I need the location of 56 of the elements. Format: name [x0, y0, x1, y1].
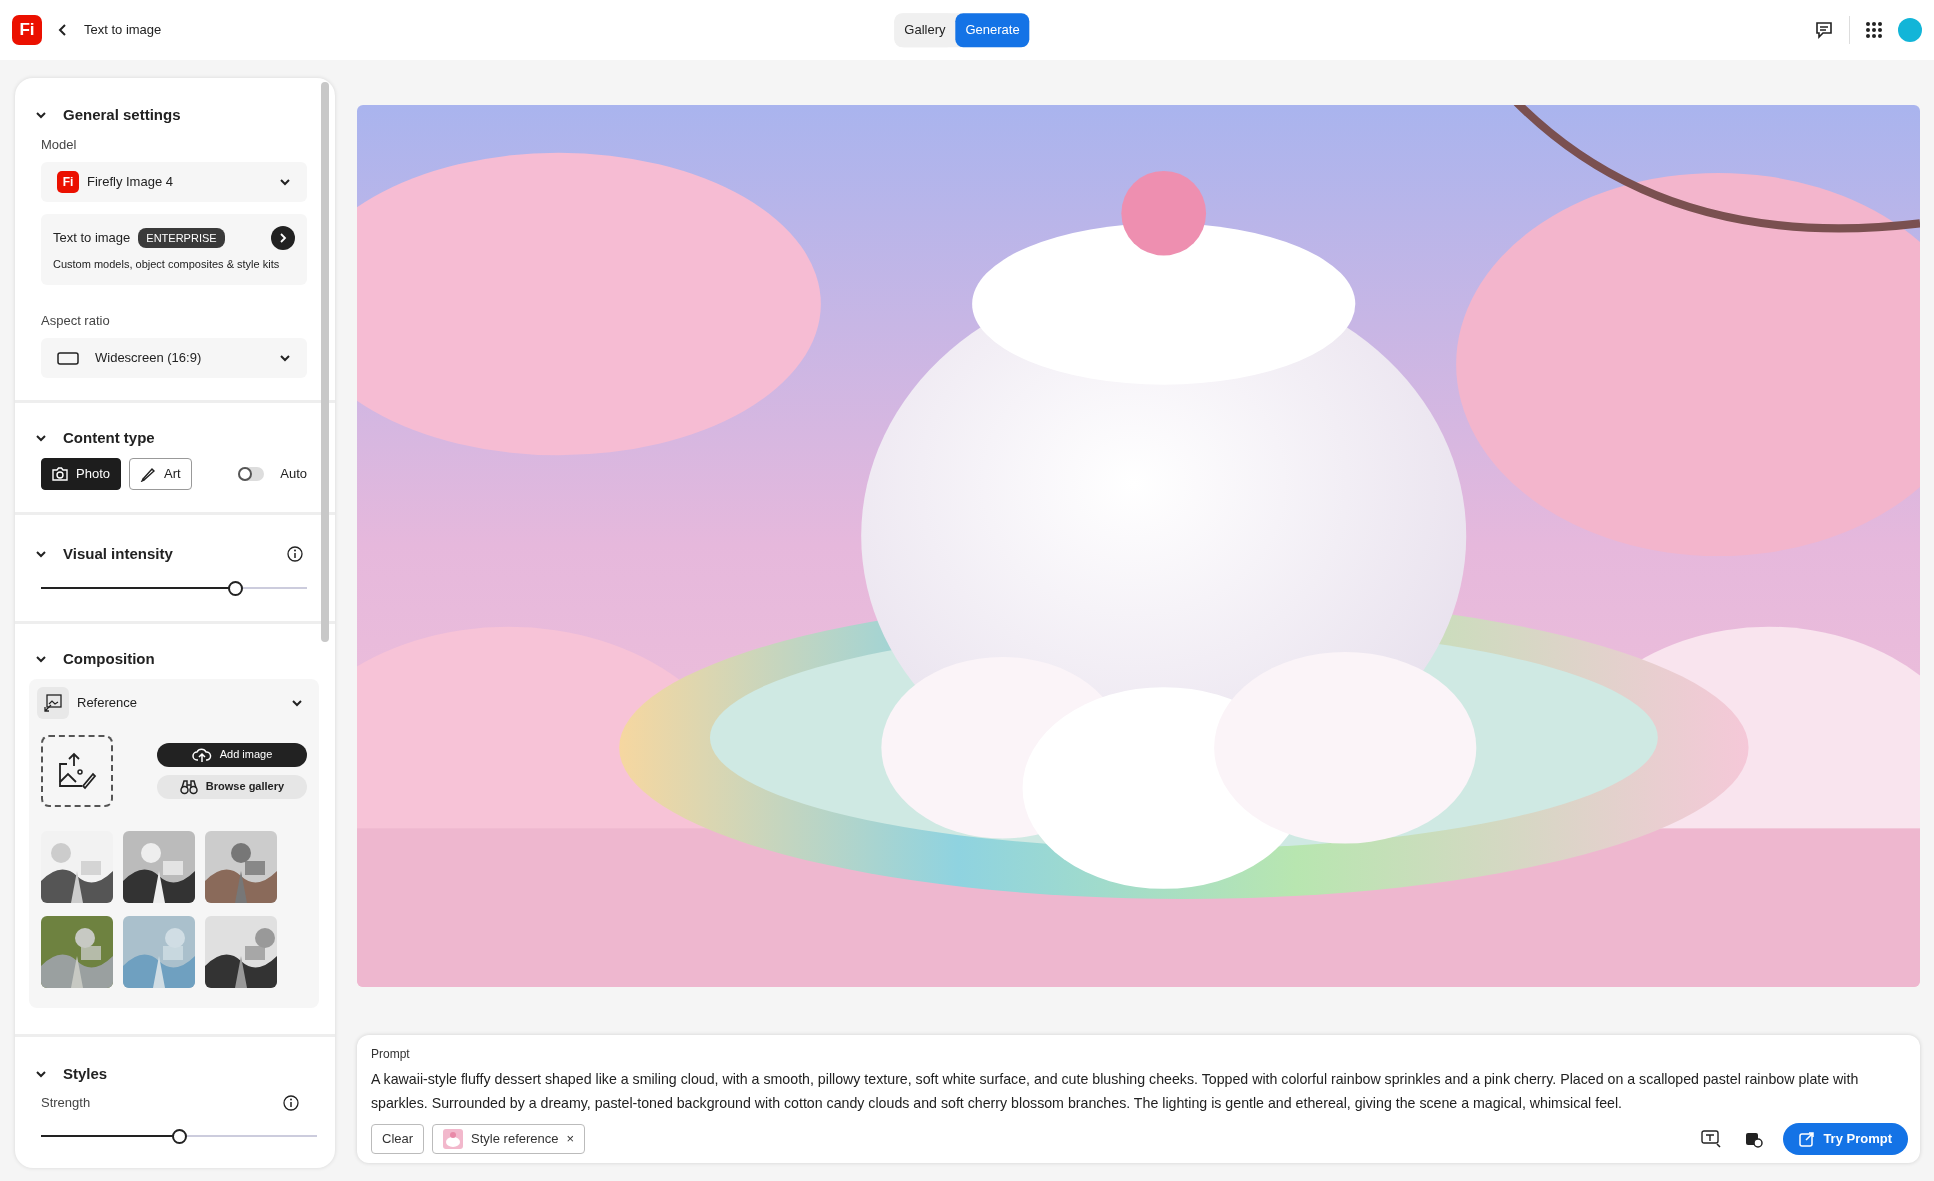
cloud-upload-icon	[191, 746, 212, 763]
next-button[interactable]	[271, 226, 295, 250]
image-reference-icon	[44, 693, 62, 712]
brush-icon	[140, 465, 156, 482]
section-heading[interactable]: Composition	[63, 648, 155, 671]
model-dropdown[interactable]: Fi Firefly Image 4	[41, 162, 307, 202]
content-type-button[interactable]: Art	[129, 457, 192, 490]
promo-title: Text to image	[53, 229, 131, 248]
field-label: Aspect ratio	[41, 311, 111, 330]
apps-grid-icon[interactable]	[1866, 22, 1882, 38]
upload-image-icon	[57, 751, 97, 790]
slider[interactable]	[41, 581, 307, 595]
section-heading[interactable]: Visual intensity	[63, 542, 173, 565]
prompt-field[interactable]: A kawaii-style fluffy dessert shaped like a smiling cloud, with a smooth, pillowy texture, soft white surface, and cute blushing cheeks. Topped with colorful rainbow sprinkles and a pink cherry. Placed on a scalloped pastel rainbow plate with sparkles. Surrounded by a dreamy, pastel-toned background with cotton candy clouds and soft cherry blossom branches. The lighting is gentle and ethereal, giving the scene a magical, whimsical feel.	[371, 1067, 1908, 1115]
chat-icon[interactable]	[1815, 21, 1833, 39]
reference-dropdown[interactable]: Reference	[37, 686, 311, 719]
binoculars-icon	[179, 778, 198, 795]
tab[interactable]: Generate	[955, 13, 1030, 47]
info-icon[interactable]	[283, 1094, 299, 1111]
toggle-switch[interactable]	[238, 466, 265, 481]
chevron-right-icon	[279, 233, 287, 243]
model-logo: Fi	[57, 171, 79, 193]
section-heading[interactable]: Styles	[63, 1062, 108, 1085]
app-logo[interactable]: Fi	[12, 15, 42, 45]
add-image-button[interactable]: Add image	[157, 742, 307, 767]
toggle-label: Auto	[280, 464, 307, 483]
field-label: Model	[41, 135, 78, 154]
widescreen-icon	[57, 351, 79, 365]
aspect-ratio-dropdown[interactable]: Widescreen (16:9)	[41, 338, 307, 378]
clear-button[interactable]: Clear	[371, 1124, 425, 1154]
content-type-button[interactable]: Photo	[41, 457, 121, 490]
section-heading[interactable]: General settings	[63, 104, 181, 127]
field-label: Strength	[41, 1094, 91, 1112]
slider[interactable]	[41, 1128, 317, 1143]
camera-icon	[52, 466, 68, 481]
scrollbar[interactable]	[321, 82, 329, 642]
style-reference-chip[interactable]: Style reference ×	[432, 1124, 586, 1154]
back-icon[interactable]	[58, 24, 68, 36]
section-heading[interactable]: Content type	[63, 427, 155, 450]
chevron-down-icon[interactable]	[279, 352, 291, 364]
dropdown-value: Firefly Image 4	[87, 173, 173, 192]
upload-dropzone[interactable]	[41, 734, 113, 807]
slider-thumb[interactable]	[228, 581, 244, 596]
field-label: Prompt	[371, 1046, 411, 1063]
external-link-icon	[1799, 1131, 1816, 1147]
info-icon[interactable]	[287, 545, 303, 562]
remove-button[interactable]: ×	[566, 1129, 575, 1149]
chevron-down-icon[interactable]	[279, 176, 291, 188]
try-prompt-button[interactable]: Try Prompt	[1783, 1123, 1908, 1155]
page-title: Text to image	[84, 21, 162, 40]
promo-description: Custom models, object composites & style kits	[53, 257, 281, 272]
browse-gallery-button[interactable]: Browse gallery	[157, 774, 307, 799]
dropdown-value: Widescreen (16:9)	[95, 349, 202, 368]
enterprise-tag: ENTERPRISE	[138, 227, 225, 249]
promo-card[interactable]: Text to image ENTERPRISE Custom models, object composites & style kits	[41, 214, 307, 285]
slider-thumb[interactable]	[172, 1128, 187, 1144]
